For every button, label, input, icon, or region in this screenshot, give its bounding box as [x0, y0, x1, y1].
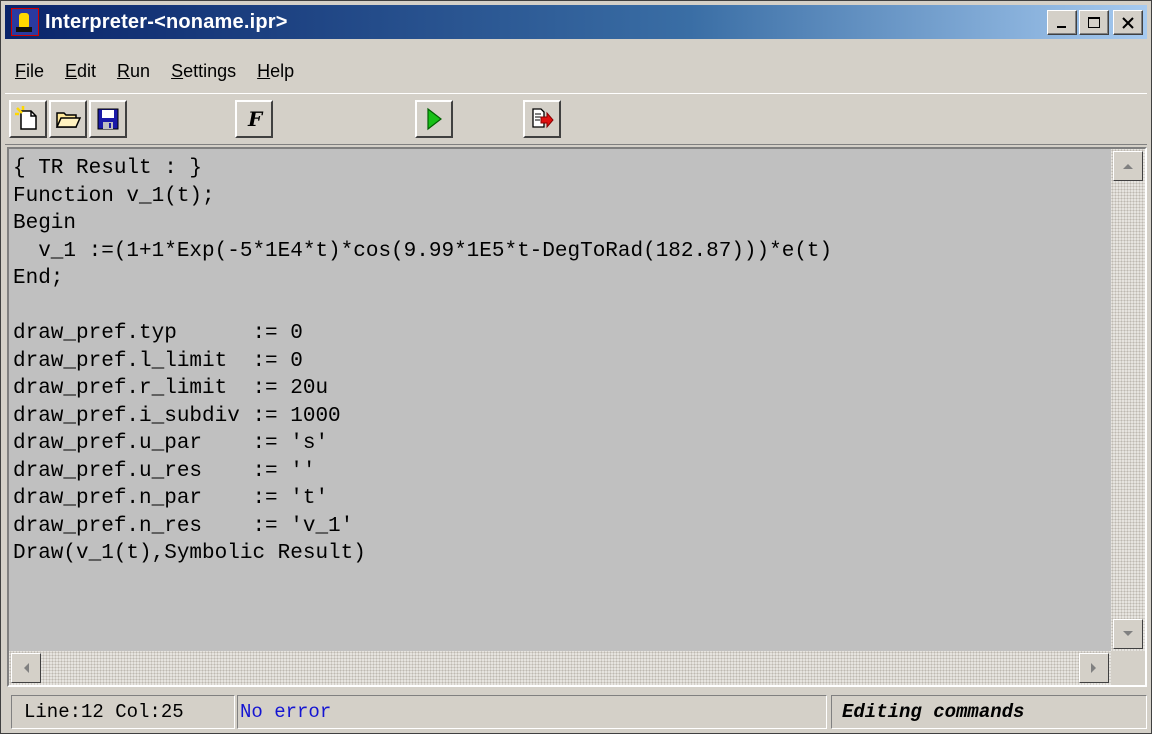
- open-folder-icon: [55, 112, 82, 128]
- code-line[interactable]: v_1 :=(1+1*Exp(-5*1E4*t)*cos(9.99*1E5*t-…: [13, 238, 1109, 266]
- close-icon: [1122, 16, 1134, 29]
- menu-run[interactable]: Run: [103, 61, 157, 82]
- code-text-area[interactable]: { TR Result : } Function v_1(t); Begin v_1…: [13, 155, 1109, 568]
- menu-file[interactable]: File: [5, 61, 51, 82]
- scroll-up-button[interactable]: [1113, 151, 1143, 181]
- title-bar[interactable]: Interpreter-<noname.ipr>: [5, 5, 1147, 39]
- scroll-left-button[interactable]: [11, 653, 41, 683]
- open-file-button[interactable]: [49, 100, 87, 138]
- close-button[interactable]: [1113, 10, 1143, 35]
- maximize-button[interactable]: [1079, 10, 1109, 35]
- cursor-position: Line:12 Col:25: [11, 695, 235, 729]
- code-line[interactable]: draw_pref.typ := 0: [13, 320, 1109, 348]
- code-line[interactable]: End;: [13, 265, 1109, 293]
- window-title: Interpreter-<noname.ipr>: [45, 10, 288, 33]
- code-line[interactable]: draw_pref.l_limit := 0: [13, 348, 1109, 376]
- new-document-icon: [15, 106, 37, 130]
- code-line[interactable]: draw_pref.r_limit := 20u: [13, 375, 1109, 403]
- menu-edit[interactable]: Edit: [51, 61, 103, 82]
- new-file-button[interactable]: [9, 100, 47, 138]
- code-line[interactable]: Begin: [13, 210, 1109, 238]
- toolbar: F: [5, 93, 1147, 145]
- floppy-disk-icon: [97, 108, 119, 130]
- horizontal-scrollbar[interactable]: [9, 651, 1111, 685]
- minimize-icon: [1057, 25, 1066, 28]
- run-button[interactable]: [415, 100, 453, 138]
- error-status: No error: [237, 695, 827, 729]
- code-line[interactable]: [13, 293, 1109, 321]
- code-line[interactable]: draw_pref.n_par := 't': [13, 485, 1109, 513]
- arrow-down-icon: [1123, 631, 1133, 636]
- window-controls: [1045, 10, 1143, 35]
- code-line[interactable]: Draw(v_1(t),Symbolic Result): [13, 540, 1109, 568]
- svg-text:F: F: [247, 107, 264, 131]
- menu-bar: File Edit Run Settings Help: [5, 57, 301, 85]
- code-line[interactable]: draw_pref.i_subdiv := 1000: [13, 403, 1109, 431]
- scroll-down-button[interactable]: [1113, 619, 1143, 649]
- arrow-up-icon: [1123, 164, 1133, 169]
- vertical-scrollbar[interactable]: [1111, 149, 1145, 651]
- code-line[interactable]: draw_pref.u_par := 's': [13, 430, 1109, 458]
- mode-status: Editing commands: [831, 695, 1147, 729]
- menu-settings[interactable]: Settings: [157, 61, 243, 82]
- menu-help[interactable]: Help: [243, 61, 301, 82]
- scrollbar-corner: [1111, 651, 1145, 685]
- maximize-icon: [1088, 16, 1100, 28]
- function-f-icon: F: [247, 107, 264, 131]
- arrow-left-icon: [24, 663, 29, 673]
- arrow-right-icon: [1091, 663, 1096, 673]
- save-file-button[interactable]: [89, 100, 127, 138]
- exit-document-icon: [532, 108, 554, 129]
- minimize-button[interactable]: [1047, 10, 1077, 35]
- function-button[interactable]: F: [235, 100, 273, 138]
- status-bar: Line:12 Col:25 No error Editing commands: [7, 695, 1147, 731]
- code-editor[interactable]: { TR Result : } Function v_1(t); Begin v_1…: [7, 147, 1147, 687]
- interpreter-window: Interpreter-<noname.ipr> File Edit Run S…: [0, 0, 1152, 734]
- code-line[interactable]: Function v_1(t);: [13, 183, 1109, 211]
- code-line[interactable]: draw_pref.n_res := 'v_1': [13, 513, 1109, 541]
- code-line[interactable]: { TR Result : }: [13, 155, 1109, 183]
- code-line[interactable]: draw_pref.u_res := '': [13, 458, 1109, 486]
- app-icon[interactable]: [11, 8, 39, 36]
- exit-button[interactable]: [523, 100, 561, 138]
- play-icon: [427, 107, 442, 131]
- scroll-right-button[interactable]: [1079, 653, 1109, 683]
